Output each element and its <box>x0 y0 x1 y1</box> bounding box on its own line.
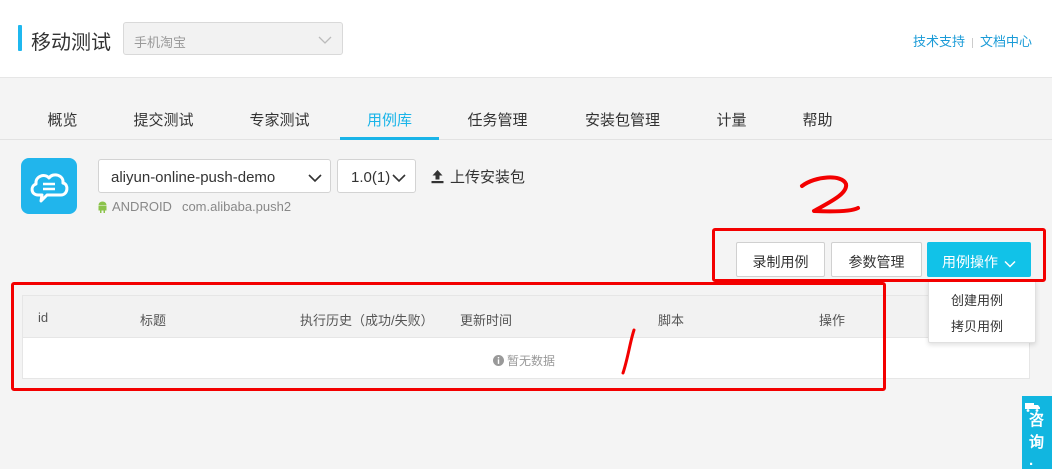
consult-label: 咨询· <box>1029 412 1045 469</box>
link-divider <box>971 37 973 48</box>
package-select[interactable]: aliyun-online-push-demo <box>98 159 331 193</box>
info-icon <box>493 355 504 366</box>
version-select[interactable]: 1.0(1) <box>337 159 416 193</box>
column-header-actions: 操作 <box>819 313 846 328</box>
main-tabs: 概览 提交测试 专家测试 用例库 任务管理 安装包管理 计量 帮助 <box>0 98 1052 140</box>
product-title: 移动测试 <box>31 32 111 54</box>
consult-side-tab[interactable]: 咨询· <box>1022 396 1052 469</box>
case-operations-menu: 创建用例 拷贝用例 <box>928 280 1036 343</box>
cloud-chat-icon <box>30 173 69 203</box>
version-select-value: 1.0(1) <box>351 169 391 186</box>
case-operations-label: 用例操作 <box>942 254 998 270</box>
record-case-button[interactable]: 录制用例 <box>736 242 825 277</box>
column-header-updated-time: 更新时间 <box>460 313 513 328</box>
table-header: id 标题 执行历史（成功/失败） 更新时间 脚本 操作 <box>23 296 1029 338</box>
app-icon <box>21 158 77 214</box>
brand-accent-bar <box>18 25 22 51</box>
column-header-id: id <box>38 310 49 325</box>
platform-info: ANDROID com.alibaba.push2 <box>97 199 291 214</box>
chevron-down-icon <box>318 32 332 50</box>
param-management-button[interactable]: 参数管理 <box>831 242 922 277</box>
package-name: com.alibaba.push2 <box>181 199 292 214</box>
upload-icon <box>431 170 444 184</box>
app-select[interactable]: 手机淘宝 <box>123 22 343 55</box>
chevron-down-icon <box>308 170 322 188</box>
tab-submit-test[interactable]: 提交测试 <box>126 98 201 140</box>
app-select-value: 手机淘宝 <box>134 35 187 50</box>
upload-package-label: 上传安装包 <box>450 169 526 186</box>
docs-center-link[interactable]: 文档中心 <box>980 34 1032 49</box>
column-header-exec-history: 执行历史（成功/失败） <box>300 313 434 328</box>
column-header-title: 标题 <box>140 313 167 328</box>
case-table: id 标题 执行历史（成功/失败） 更新时间 脚本 操作 暂无数据 <box>22 295 1030 379</box>
handwritten-mark-2 <box>800 175 860 214</box>
case-operations-button[interactable]: 用例操作 <box>927 242 1031 277</box>
top-bar: 移动测试 手机淘宝 技术支持 文档中心 <box>0 0 1052 78</box>
empty-state-text: 暂无数据 <box>507 354 556 368</box>
tab-package-management[interactable]: 安装包管理 <box>576 98 669 140</box>
column-header-script: 脚本 <box>658 313 685 328</box>
menu-item-copy-case[interactable]: 拷贝用例 <box>951 316 1003 335</box>
chevron-down-icon <box>1004 260 1016 268</box>
empty-state: 暂无数据 <box>493 352 555 369</box>
tech-support-link[interactable]: 技术支持 <box>913 34 965 49</box>
tab-case-library[interactable]: 用例库 <box>340 98 439 140</box>
upload-package-button[interactable]: 上传安装包 <box>430 166 525 187</box>
tab-task-management[interactable]: 任务管理 <box>460 98 535 140</box>
tab-metering[interactable]: 计量 <box>709 98 754 140</box>
android-icon <box>98 201 107 213</box>
tab-expert-test[interactable]: 专家测试 <box>242 98 317 140</box>
tab-overview[interactable]: 概览 <box>40 98 85 140</box>
menu-item-create-case[interactable]: 创建用例 <box>951 290 1003 309</box>
platform-name: ANDROID <box>112 199 172 214</box>
chevron-down-icon <box>392 170 406 188</box>
tab-help[interactable]: 帮助 <box>795 98 840 140</box>
package-select-value: aliyun-online-push-demo <box>111 169 276 186</box>
top-links: 技术支持 文档中心 <box>913 31 1032 50</box>
